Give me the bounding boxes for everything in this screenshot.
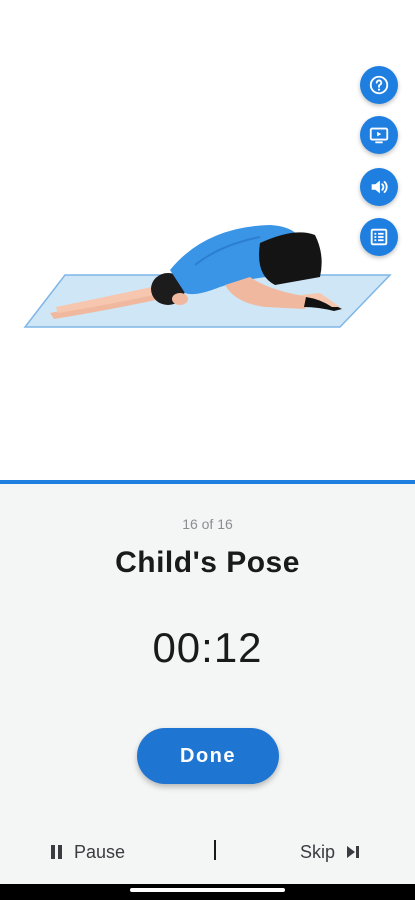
sound-icon xyxy=(371,180,388,194)
skip-next-icon xyxy=(345,845,361,859)
exercise-illustration-area xyxy=(0,0,415,482)
controls-divider xyxy=(214,840,216,860)
help-icon xyxy=(369,75,389,95)
skip-label: Skip xyxy=(300,841,336,862)
pause-label: Pause xyxy=(74,841,126,862)
system-navigation-bar xyxy=(0,884,415,900)
exercise-title: Child's Pose xyxy=(115,546,300,579)
exercise-counter: 16 of 16 xyxy=(182,516,233,532)
skip-button[interactable]: Skip xyxy=(300,840,361,864)
help-button[interactable] xyxy=(360,66,398,104)
video-button[interactable] xyxy=(360,116,398,154)
done-button[interactable]: Done xyxy=(137,728,279,784)
sound-button[interactable] xyxy=(360,168,398,206)
video-icon xyxy=(369,127,389,144)
exercise-panel: 16 of 16 Child's Pose 00:12 Done Pause S… xyxy=(0,484,415,900)
childs-pose-figure xyxy=(23,225,392,328)
home-gesture-handle[interactable] xyxy=(130,888,285,892)
pause-button[interactable]: Pause xyxy=(50,840,125,864)
pause-icon xyxy=(50,844,64,860)
exercise-timer: 00:12 xyxy=(152,624,263,671)
